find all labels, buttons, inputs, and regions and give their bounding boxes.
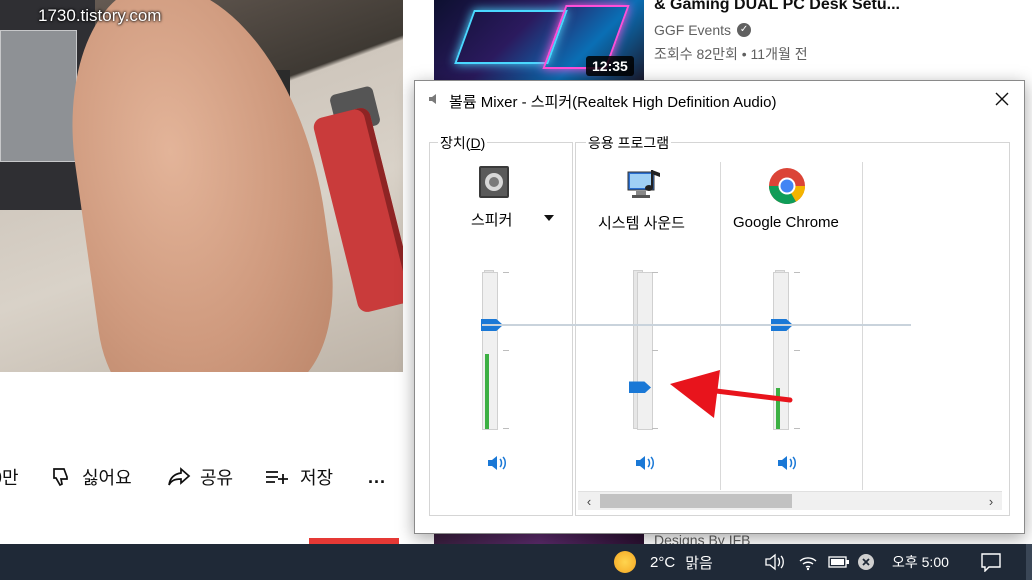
scrollbar-thumb[interactable]: [600, 494, 792, 508]
scale-tick: [794, 272, 800, 273]
scale-tick: [652, 428, 658, 429]
share-icon: [168, 467, 191, 486]
close-circle-icon: [858, 554, 874, 570]
weather-condition: 맑음: [685, 554, 713, 572]
save-label: 저장: [300, 468, 334, 488]
video-player[interactable]: [0, 0, 403, 372]
scale-tick: [652, 350, 658, 351]
notification-button[interactable]: [980, 544, 1002, 580]
wifi-icon: [799, 557, 817, 571]
share-button[interactable]: 공유: [166, 462, 233, 492]
device-mute-button[interactable]: [486, 454, 508, 472]
horizontal-scrollbar[interactable]: ‹ ›: [578, 491, 1002, 510]
more-label: ...: [368, 466, 387, 487]
dislike-button[interactable]: 싫어요: [50, 462, 132, 492]
scale-tick: [652, 272, 658, 273]
weather-widget[interactable]: 2°C 맑음: [614, 544, 713, 580]
video-duration: 12:35: [586, 56, 634, 76]
chrome-icon: [769, 168, 805, 205]
column-separator: [862, 162, 863, 490]
system-sounds-icon: [627, 170, 660, 198]
show-desktop-button[interactable]: [1026, 544, 1032, 580]
scale-tick: [503, 350, 509, 351]
close-icon: [995, 92, 1009, 106]
window-title: 볼륨 Mixer - 스피커(Realtek High Definition A…: [449, 94, 777, 111]
device-level-meter: [482, 272, 498, 430]
battery-tray-button[interactable]: [828, 544, 850, 580]
scale-tick: [794, 428, 800, 429]
level-guide-line: [482, 324, 911, 326]
watermark: 1730.tistory.com: [38, 6, 162, 25]
plastic-bag: [0, 30, 77, 162]
scale-tick: [503, 272, 509, 273]
device-level-fill: [485, 354, 489, 429]
more-button[interactable]: ...: [368, 462, 386, 492]
chrome-mute-button[interactable]: [776, 454, 798, 472]
temperature: 2°C: [650, 553, 676, 571]
annotation-arrow-icon: [670, 370, 793, 418]
scroll-left-icon[interactable]: ‹: [580, 492, 598, 510]
device-group-label: 장치(D): [438, 133, 488, 153]
clock[interactable]: 오후 5:00: [892, 544, 949, 580]
thumbs-down-icon: [53, 468, 68, 487]
sun-icon: [614, 551, 636, 573]
playlist-add-icon: [266, 471, 288, 484]
notification-icon: [981, 553, 1001, 572]
arm-image: [51, 0, 349, 372]
dropdown-arrow-icon[interactable]: [543, 214, 555, 222]
video-meta: 조회수 82만회 • 11개월 전: [654, 46, 808, 62]
chrome-name: Google Chrome: [733, 214, 839, 231]
speaker-device-icon: [479, 166, 509, 198]
channel-label: GGF Events: [654, 22, 732, 38]
like-count-label: 9만: [0, 468, 19, 488]
taskbar: 2°C 맑음 오후 5:00: [0, 544, 1032, 580]
video-actions: 9만 싫어요 공유 저장 ...: [0, 462, 403, 492]
app-group-label: 응용 프로그램: [586, 133, 672, 153]
close-button[interactable]: [992, 89, 1012, 109]
status-tray-button[interactable]: [857, 544, 875, 580]
like-count[interactable]: 9만: [0, 462, 19, 492]
wifi-tray-button[interactable]: [798, 544, 818, 580]
volume-tray-button[interactable]: [764, 544, 786, 580]
system-mute-button[interactable]: [634, 454, 656, 472]
share-label: 공유: [200, 468, 234, 488]
speaker-icon: [429, 94, 436, 104]
scale-tick: [794, 350, 800, 351]
column-separator: [720, 162, 721, 490]
verified-check-icon: ✓: [737, 23, 752, 37]
volume-tray-icon: [765, 553, 784, 571]
video-title[interactable]: & Gaming DUAL PC Desk Setu...: [654, 0, 900, 14]
save-button[interactable]: 저장: [264, 462, 333, 492]
channel-name[interactable]: GGF Events ✓: [654, 22, 752, 38]
dislike-label: 싫어요: [82, 468, 132, 488]
system-level-meter: [637, 272, 653, 430]
device-name: 스피커: [471, 212, 513, 229]
scroll-right-icon[interactable]: ›: [982, 492, 1000, 510]
scale-tick: [503, 428, 509, 429]
battery-icon: [828, 556, 849, 568]
system-sounds-name: 시스템 사운드: [598, 215, 685, 232]
